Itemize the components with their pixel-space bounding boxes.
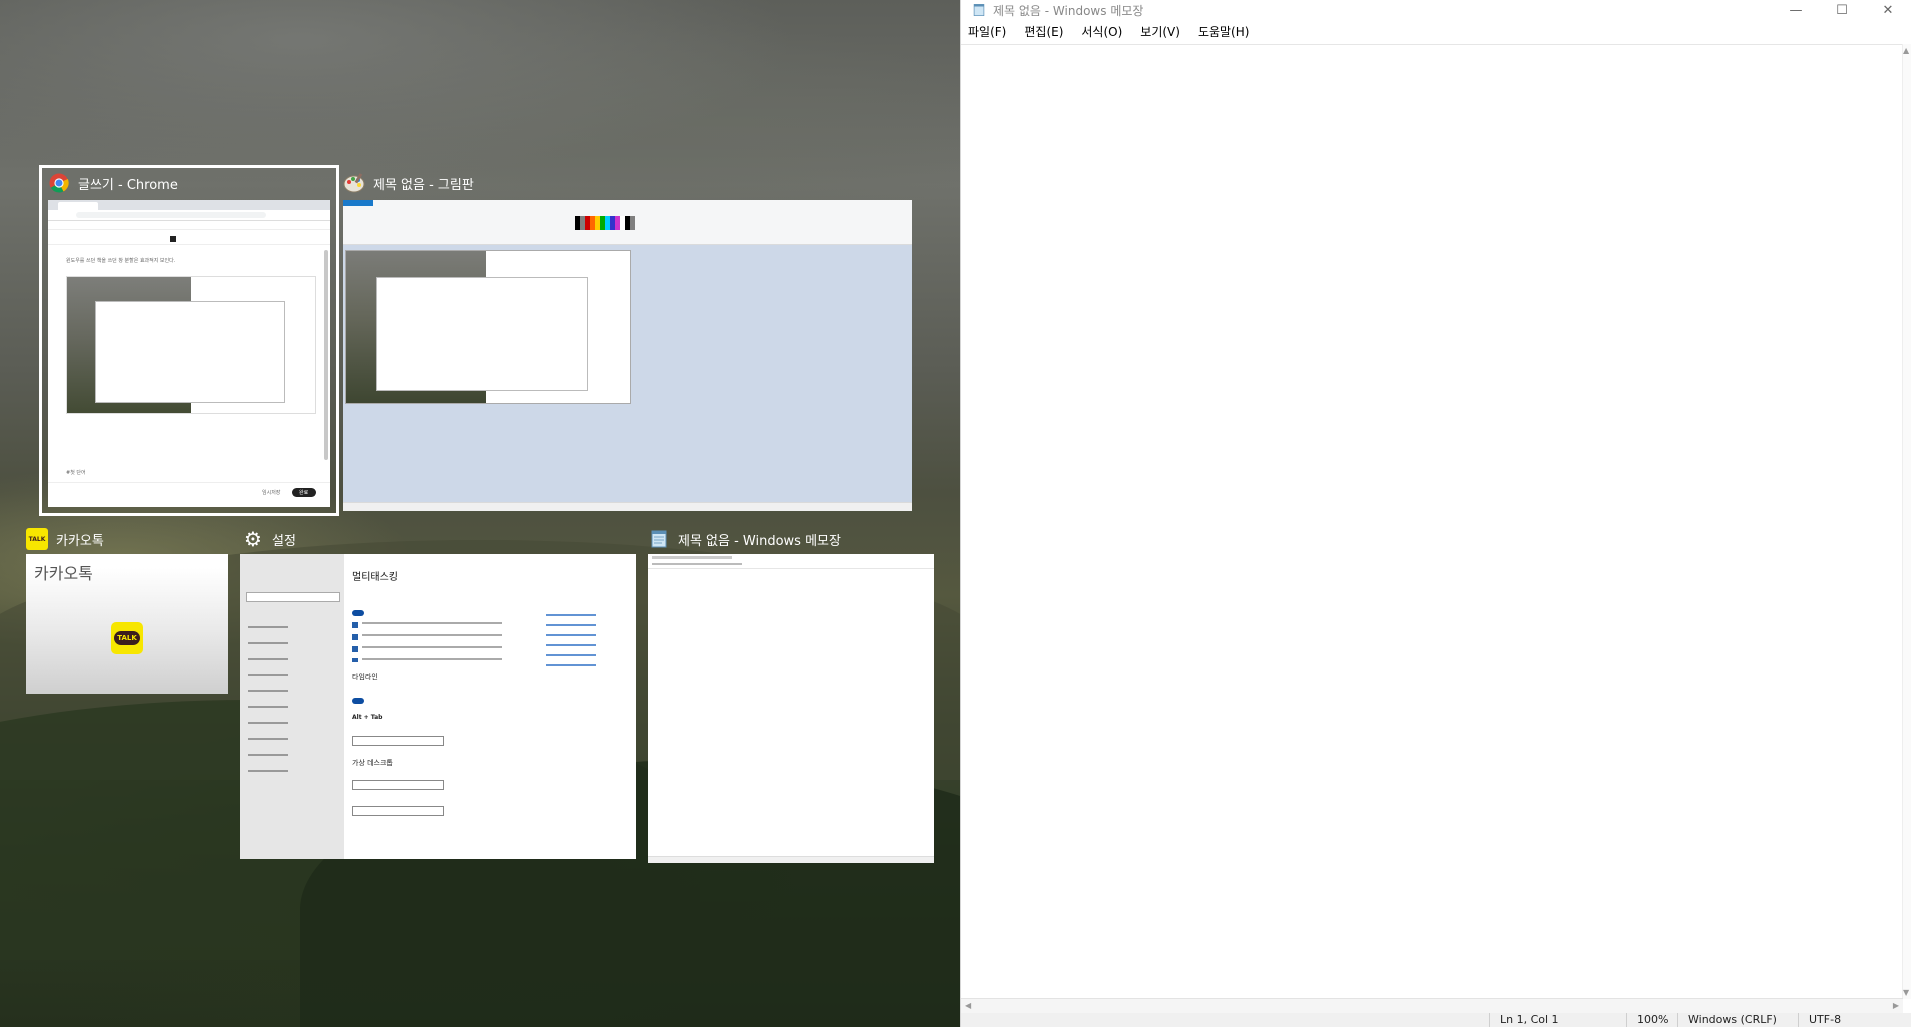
kakaotalk-logo: TALK: [111, 622, 143, 654]
close-button[interactable]: ✕: [1865, 0, 1911, 20]
window-title-text: 카카오톡: [56, 533, 104, 549]
taskview-window-title: 글쓰기 - Chrome: [48, 168, 178, 198]
status-bar: Ln 1, Col 1 100% Windows (CRLF) UTF-8: [961, 1013, 1911, 1027]
taskview-window-title: 제목 없음 - 그림판: [343, 168, 474, 198]
notepad-icon: [971, 2, 987, 18]
taskview-window-settings[interactable]: ⚙ 설정 멀티태스킹 타임라인 Alt + Tab 가상 데스크톱: [240, 524, 636, 859]
menu-format[interactable]: 서식(O): [1080, 23, 1123, 40]
minimize-button[interactable]: —: [1773, 0, 1819, 20]
gear-icon: ⚙: [244, 527, 262, 551]
window-title-text: 글쓰기 - Chrome: [78, 177, 178, 193]
preview-body-text: 윈도우를 쓰던 책을 쓰던 창 분할은 효과적지 보인다.: [66, 258, 176, 264]
text-editor-area[interactable]: [961, 44, 1903, 999]
vertical-scrollbar[interactable]: ▲ ▼: [1902, 44, 1911, 999]
taskview-window-title: TALK 카카오톡: [26, 524, 104, 554]
paint-preview: [343, 200, 912, 511]
menu-bar: 파일(F) 편집(E) 서식(O) 보기(V) 도움말(H): [961, 20, 1911, 42]
window-title-text: 제목 없음 - 그림판: [373, 177, 474, 193]
settings-section-alttab: Alt + Tab: [352, 714, 383, 721]
scroll-right-icon[interactable]: ▶: [1893, 1001, 1899, 1010]
menu-view[interactable]: 보기(V): [1139, 23, 1181, 40]
maximize-button[interactable]: ☐: [1819, 0, 1865, 20]
status-spacer: [961, 1013, 1489, 1027]
desktop-wallpaper: 글쓰기 - Chrome 윈도우를 쓰던 책을 쓰던 창 분할은 효과적지 보인…: [0, 0, 960, 1027]
notepad-icon: [648, 528, 670, 550]
chrome-icon: [48, 172, 70, 194]
title-bar[interactable]: 제목 없음 - Windows 메모장 — ☐ ✕: [961, 0, 1911, 20]
status-zoom: 100%: [1626, 1013, 1677, 1027]
kakaotalk-icon: TALK: [26, 528, 48, 550]
settings-section-timeline: 타임라인: [352, 673, 378, 681]
window-title-text: 설정: [272, 533, 296, 549]
status-line-ending: Windows (CRLF): [1677, 1013, 1798, 1027]
window-title: 제목 없음 - Windows 메모장: [993, 3, 1144, 18]
preview-publish-button: 완료: [299, 490, 309, 496]
scroll-up-icon[interactable]: ▲: [1903, 46, 1909, 55]
settings-section-virtual-desktops: 가상 데스크톱: [352, 759, 393, 767]
settings-page-title: 멀티태스킹: [352, 572, 398, 583]
notepad-preview: [648, 554, 934, 863]
preview-hashtag: #첫 단어: [66, 470, 86, 476]
status-encoding: UTF-8: [1798, 1013, 1911, 1027]
scroll-left-icon[interactable]: ◀: [965, 1001, 971, 1010]
menu-help[interactable]: 도움말(H): [1197, 23, 1251, 40]
taskview-window-title: ⚙ 설정: [242, 524, 296, 554]
window-title-text: 제목 없음 - Windows 메모장: [678, 533, 841, 549]
taskview-window-title: 제목 없음 - Windows 메모장: [648, 524, 841, 554]
menu-file[interactable]: 파일(F): [967, 23, 1007, 40]
taskview-window-notepad[interactable]: 제목 없음 - Windows 메모장: [648, 524, 934, 863]
preview-save-draft: 임시저장: [262, 490, 281, 496]
menu-edit[interactable]: 편집(E): [1023, 23, 1064, 40]
status-cursor-position: Ln 1, Col 1: [1489, 1013, 1626, 1027]
taskview-window-paint[interactable]: 제목 없음 - 그림판: [343, 168, 914, 513]
paint-icon: [343, 172, 365, 194]
horizontal-scrollbar[interactable]: ◀ ▶: [961, 998, 1903, 1013]
chrome-preview: 윈도우를 쓰던 책을 쓰던 창 분할은 효과적지 보인다. #첫 단어 임시저장…: [48, 200, 330, 507]
kakaotalk-preview: 카카오톡 TALK: [26, 554, 228, 694]
kakaotalk-logo-text: TALK: [114, 631, 140, 645]
taskview-window-chrome[interactable]: 글쓰기 - Chrome 윈도우를 쓰던 책을 쓰던 창 분할은 효과적지 보인…: [39, 165, 339, 516]
settings-preview: 멀티태스킹 타임라인 Alt + Tab 가상 데스크톱: [240, 554, 636, 859]
taskview-window-kakaotalk[interactable]: TALK 카카오톡 카카오톡 TALK: [26, 524, 228, 694]
notepad-window[interactable]: 제목 없음 - Windows 메모장 — ☐ ✕ 파일(F) 편집(E) 서식…: [960, 0, 1911, 1027]
scroll-down-icon[interactable]: ▼: [1903, 988, 1909, 997]
kakaotalk-header-text: 카카오톡: [34, 564, 93, 583]
